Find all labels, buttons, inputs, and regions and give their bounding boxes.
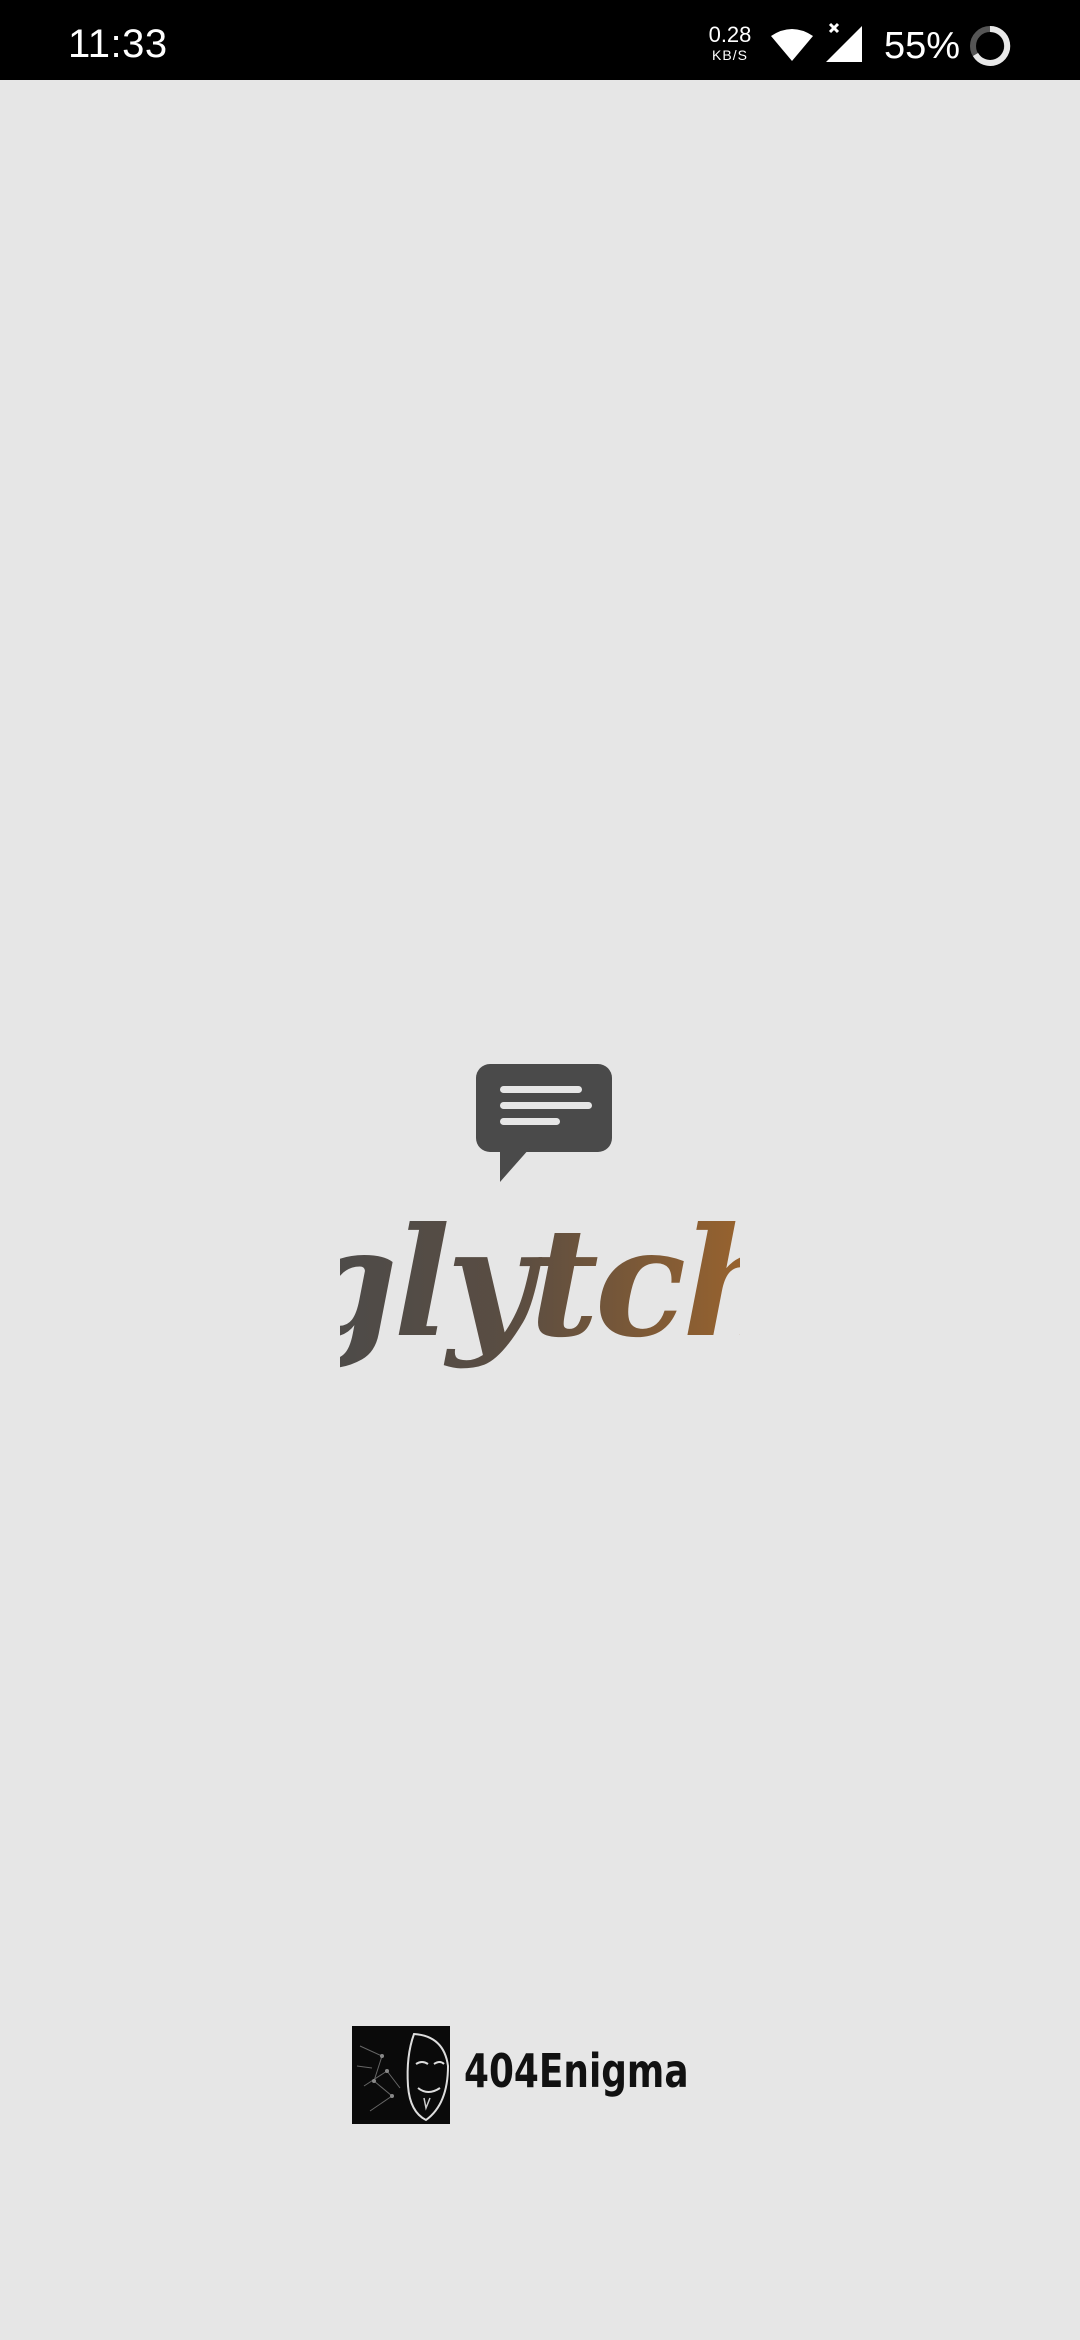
logo-wordmark: glytch — [340, 1200, 740, 1371]
network-speed: 0.28 KB/S — [706, 22, 754, 63]
app-logo: glytch — [340, 1050, 740, 1390]
battery-ring-icon — [970, 25, 1011, 66]
wifi-icon — [771, 29, 813, 61]
network-speed-unit: KB/S — [712, 47, 748, 63]
anonymous-mask-icon — [352, 2026, 450, 2124]
status-bar: 11:33 0.28 KB/S 55% — [0, 0, 1080, 80]
developer-credit: 404Enigma — [352, 2026, 732, 2126]
battery-percent: 55% — [884, 25, 961, 67]
logo-wordmark-text: glytch — [340, 1200, 740, 1371]
signal-icon — [826, 22, 862, 62]
network-speed-value: 0.28 — [708, 22, 752, 47]
status-time: 11:33 — [68, 22, 168, 66]
developer-name: 404Enigma — [464, 2044, 689, 2098]
chat-bubble-icon — [476, 1064, 612, 1182]
